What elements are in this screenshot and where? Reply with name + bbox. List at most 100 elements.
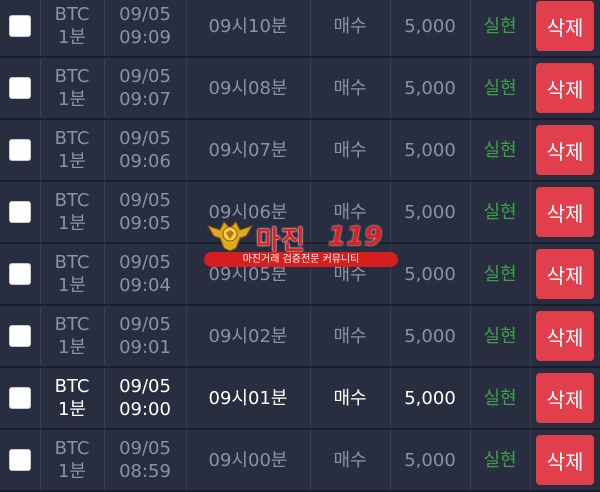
watermark-brand-suffix: 119: [328, 222, 383, 252]
datetime-cell: 09/05 09:09: [104, 0, 186, 56]
round-cell: 09시01분: [186, 368, 310, 428]
interval-label: 1분: [57, 275, 86, 296]
round-label: 09시08분: [208, 77, 288, 99]
interval-label: 1분: [57, 337, 86, 358]
status-cell: 실현: [470, 0, 530, 56]
table-row: BTC 1분 09/05 09:06 09시07분 매수 5,000 실현 삭제: [0, 120, 600, 182]
delete-button[interactable]: 삭제: [536, 63, 594, 113]
round-label: 09시00분: [208, 449, 288, 471]
round-cell: 09시10분: [186, 0, 310, 56]
symbol-label: BTC: [54, 4, 90, 25]
clock-label: 09:00: [119, 399, 171, 420]
delete-button[interactable]: 삭제: [536, 249, 594, 299]
symbol-cell: BTC 1분: [40, 58, 104, 118]
delete-button[interactable]: 삭제: [536, 373, 594, 423]
status-cell: 실현: [470, 58, 530, 118]
row-checkbox-cell: [0, 368, 40, 428]
row-checkbox[interactable]: [9, 15, 31, 37]
clock-label: 09:07: [119, 89, 171, 110]
type-cell: 매수: [310, 430, 390, 490]
status-cell: 실현: [470, 368, 530, 428]
table-row: BTC 1분 09/05 09:01 09시02분 매수 5,000 실현 삭제: [0, 306, 600, 368]
delete-button[interactable]: 삭제: [536, 187, 594, 237]
amount-cell: 5,000: [390, 430, 470, 490]
datetime-cell: 09/05 09:06: [104, 120, 186, 180]
datetime-cell: 09/05 09:07: [104, 58, 186, 118]
row-checkbox[interactable]: [9, 325, 31, 347]
date-label: 09/05: [119, 252, 171, 273]
type-cell: 매수: [310, 0, 390, 56]
amount-label: 5,000: [404, 77, 456, 99]
row-checkbox[interactable]: [9, 77, 31, 99]
symbol-label: BTC: [54, 66, 90, 87]
symbol-label: BTC: [54, 128, 90, 149]
clock-label: 09:04: [119, 275, 171, 296]
symbol-cell: BTC 1분: [40, 306, 104, 366]
table-row: BTC 1분 09/05 09:09 09시10분 매수 5,000 실현 삭제: [0, 0, 600, 58]
symbol-cell: BTC 1분: [40, 120, 104, 180]
datetime-cell: 09/05 08:59: [104, 430, 186, 490]
amount-cell: 5,000: [390, 120, 470, 180]
clock-label: 09:09: [119, 27, 171, 48]
interval-label: 1분: [57, 399, 86, 420]
symbol-cell: BTC 1분: [40, 0, 104, 56]
amount-label: 5,000: [404, 201, 456, 223]
type-cell: 매수: [310, 58, 390, 118]
trade-type-label: 매수: [333, 387, 367, 409]
status-cell: 실현: [470, 244, 530, 304]
row-checkbox[interactable]: [9, 139, 31, 161]
row-checkbox-cell: [0, 182, 40, 242]
trade-type-label: 매수: [333, 15, 367, 37]
action-cell: 삭제: [530, 0, 600, 56]
symbol-cell: BTC 1분: [40, 430, 104, 490]
round-label: 09시10분: [208, 15, 288, 37]
symbol-cell: BTC 1분: [40, 368, 104, 428]
amount-label: 5,000: [404, 15, 456, 37]
status-cell: 실현: [470, 430, 530, 490]
amount-cell: 5,000: [390, 368, 470, 428]
interval-label: 1분: [57, 27, 86, 48]
date-label: 09/05: [119, 128, 171, 149]
delete-button[interactable]: 삭제: [536, 311, 594, 361]
row-checkbox[interactable]: [9, 263, 31, 285]
action-cell: 삭제: [530, 244, 600, 304]
amount-cell: 5,000: [390, 58, 470, 118]
clock-label: 09:05: [119, 213, 171, 234]
row-checkbox-cell: [0, 306, 40, 366]
table-row: BTC 1분 09/05 09:00 09시01분 매수 5,000 실현 삭제: [0, 368, 600, 430]
trade-type-label: 매수: [333, 77, 367, 99]
interval-label: 1분: [57, 89, 86, 110]
round-cell: 09시02분: [186, 306, 310, 366]
golden-eagle-emblem-icon: [206, 221, 254, 252]
date-label: 09/05: [119, 314, 171, 335]
status-cell: 실현: [470, 120, 530, 180]
round-cell: 09시00분: [186, 430, 310, 490]
delete-button[interactable]: 삭제: [536, 435, 594, 485]
table-row: BTC 1분 09/05 09:07 09시08분 매수 5,000 실현 삭제: [0, 58, 600, 120]
action-cell: 삭제: [530, 368, 600, 428]
row-checkbox-cell: [0, 430, 40, 490]
amount-label: 5,000: [404, 325, 456, 347]
delete-button[interactable]: 삭제: [536, 1, 594, 51]
amount-cell: 5,000: [390, 306, 470, 366]
action-cell: 삭제: [530, 58, 600, 118]
datetime-cell: 09/05 09:05: [104, 182, 186, 242]
status-label: 실현: [483, 201, 517, 223]
status-label: 실현: [483, 77, 517, 99]
delete-button[interactable]: 삭제: [536, 125, 594, 175]
round-label: 09시07분: [208, 139, 288, 161]
symbol-label: BTC: [54, 190, 90, 211]
row-checkbox[interactable]: [9, 449, 31, 471]
row-checkbox[interactable]: [9, 387, 31, 409]
datetime-cell: 09/05 09:01: [104, 306, 186, 366]
action-cell: 삭제: [530, 306, 600, 366]
amount-cell: 5,000: [390, 244, 470, 304]
symbol-cell: BTC 1분: [40, 244, 104, 304]
symbol-cell: BTC 1분: [40, 182, 104, 242]
row-checkbox-cell: [0, 58, 40, 118]
clock-label: 09:01: [119, 337, 171, 358]
date-label: 09/05: [119, 190, 171, 211]
row-checkbox[interactable]: [9, 201, 31, 223]
amount-label: 5,000: [404, 139, 456, 161]
clock-label: 08:59: [119, 461, 171, 482]
